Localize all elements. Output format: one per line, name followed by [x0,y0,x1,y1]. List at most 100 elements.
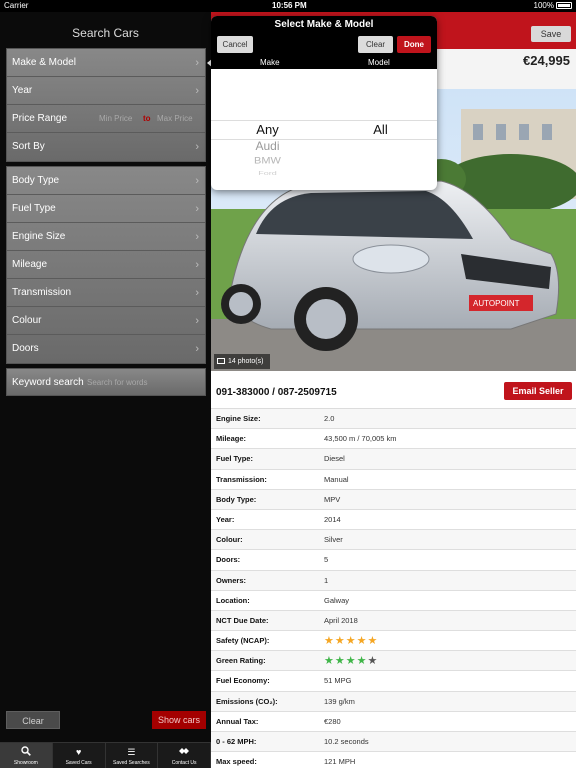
spec-row: Owners: 1 [211,570,576,591]
make-model-row[interactable]: Make & Model › [7,49,213,77]
spec-label: Year: [216,514,235,524]
tab-label: Saved Searches [113,760,150,766]
app-window: Carrier 10:56 PM 100% Search Cars Make &… [0,0,576,768]
engine-size-row[interactable]: Engine Size › [7,223,205,251]
keyword-search-input[interactable] [87,369,199,395]
photo-count-badge[interactable]: 14 photo(s) [214,354,270,369]
make-option[interactable]: Ford [211,170,324,176]
spec-label: Doors: [216,555,241,565]
spec-label: Location: [216,595,250,605]
picker-done-button[interactable]: Done [397,36,431,53]
body-type-row[interactable]: Body Type › [7,167,205,195]
status-bar: Carrier 10:56 PM 100% [0,0,576,12]
save-button[interactable]: Save [531,26,571,42]
clock: 10:56 PM [272,1,307,10]
transmission-row[interactable]: Transmission › [7,279,205,307]
make-option-selected[interactable]: Any [211,122,324,137]
spec-row: Safety (NCAP): ★★★★★ [211,631,576,652]
make-option[interactable]: Audi [211,139,324,153]
spec-label: Safety (NCAP): [216,636,270,646]
spec-value: Galway [324,595,350,605]
spec-row: Fuel Economy: 51 MPG [211,671,576,692]
carrier-label: Carrier [4,1,29,10]
camera-icon [217,358,225,365]
spec-row: Max speed: 121 MPH [211,752,576,768]
email-seller-button[interactable]: Email Seller [504,382,572,400]
spec-value: 139 g/km [324,696,355,706]
star-icon: ★ [334,635,346,648]
make-wheel[interactable]: Any Audi BMW Ford [211,69,324,190]
chevron-right-icon: › [195,175,199,187]
spec-row: Green Rating: ★★★★★ [211,651,576,672]
spec-value: €280 [324,716,341,726]
keyword-search-label: Keyword search [12,377,84,388]
spec-label: Annual Tax: [216,716,259,726]
spec-value: MPV [324,494,341,504]
spec-table: Engine Size: 2.0 Mileage: 43,500 m / 70,00… [211,409,576,768]
chevron-right-icon: › [195,231,199,243]
make-model-label: Make & Model [12,57,76,68]
price-to-label: to [143,114,151,123]
spec-value: Diesel [324,454,345,464]
spec-row: Annual Tax: €280 [211,712,576,732]
picker-header: Select Make & Model Cancel Clear Done Ma… [211,16,437,69]
spec-label: NCT Due Date: [216,615,269,625]
year-row[interactable]: Year › [7,77,205,105]
battery-percent: 100% [533,1,554,10]
spec-row: Mileage: 43,500 m / 70,005 km [211,429,576,450]
picker-title: Select Make & Model [274,19,374,30]
spec-row: Year: 2014 [211,510,576,531]
model-column-header: Model [368,58,390,67]
picker-clear-button[interactable]: Clear [358,36,393,53]
tab-saved-cars[interactable]: ♥ Saved Cars [53,743,106,768]
svg-text:AUTOPOINT: AUTOPOINT [473,299,520,308]
spec-value: 2014 [324,514,341,524]
star-icon: ★ [356,655,368,668]
price-range-row: Price Range Min Price to Max Price [7,105,205,133]
make-option[interactable]: BMW [211,156,324,166]
chevron-right-icon: › [195,57,199,69]
star-icon: ★ [367,635,379,648]
spec-value: 2.0 [324,414,335,423]
doors-label: Doors [12,343,39,354]
spec-label: Engine Size: [216,414,261,423]
spec-row: Engine Size: 2.0 [211,409,576,430]
picker-cancel-button[interactable]: Cancel [217,36,253,53]
spec-label: 0 - 62 MPH: [216,737,257,746]
tab-showroom[interactable]: Showroom [0,743,53,768]
search-group-primary: Make & Model › Year › Price Range Min Pr… [6,48,213,162]
tab-label: Saved Cars [65,760,92,766]
fuel-type-row[interactable]: Fuel Type › [7,195,205,223]
spec-label: Colour: [216,535,243,545]
chevron-right-icon: › [195,287,199,299]
model-option-selected[interactable]: All [324,122,437,137]
search-icon [0,746,52,758]
spec-value: April 2018 [324,615,358,625]
seller-phones[interactable]: 091-383000 / 087-2509715 [216,387,337,398]
chevron-right-icon: › [195,343,199,355]
tab-saved-searches[interactable]: ☰ Saved Searches [106,743,159,768]
chevron-right-icon: › [195,85,199,97]
search-title: Search Cars [72,26,139,40]
mileage-label: Mileage [12,259,48,270]
tab-label: Showroom [13,760,38,766]
make-model-picker: Select Make & Model Cancel Clear Done Ma… [211,16,437,190]
max-price-field[interactable]: Max Price [157,105,193,133]
tab-contact-us[interactable]: Contact Us [158,743,211,768]
doors-row[interactable]: Doors › [7,335,205,363]
mileage-row[interactable]: Mileage › [7,251,205,279]
min-price-field[interactable]: Min Price [99,105,132,133]
spec-label: Mileage: [216,434,247,444]
year-label: Year [12,85,33,96]
spec-value: 51 MPG [324,676,352,686]
sort-by-row[interactable]: Sort By › [7,133,205,161]
model-wheel[interactable]: All [324,69,437,190]
colour-row[interactable]: Colour › [7,307,205,335]
chevron-right-icon: › [195,259,199,271]
spec-row: 0 - 62 MPH: 10.2 seconds [211,732,576,753]
clear-search-button[interactable]: Clear [6,711,60,729]
spec-row: Transmission: Manual [211,470,576,490]
show-cars-button[interactable]: Show cars [152,711,206,729]
search-panel: Search Cars Make & Model › Year › Price … [0,12,213,768]
star-icon: ★ [324,655,335,668]
